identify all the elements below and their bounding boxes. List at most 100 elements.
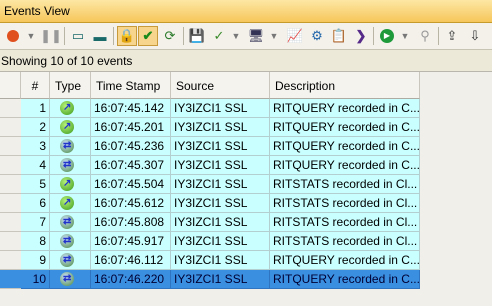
timestamp-cell: 16:07:45.307 [91,156,171,175]
row-gutter [0,270,21,289]
dropdown-arrow-icon-4[interactable]: ▼ [395,26,415,46]
source-cell: IY3IZCI1 SSL [171,232,270,251]
timestamp-cell: 16:07:45.808 [91,213,171,232]
timestamp-cell: 16:07:45.504 [91,175,171,194]
table-row[interactable]: 2 ↗ 16:07:45.201 IY3IZCI1 SSL RITQUERY r… [0,118,420,137]
stats-event-icon: ⇄ [60,234,74,248]
stats-event-icon: ↗ [60,177,74,191]
source-cell: IY3IZCI1 SSL [171,118,270,137]
dropdown-arrow-icon-2[interactable]: ▼ [226,26,246,46]
copy-icon[interactable]: 📋 [329,26,349,46]
table-row[interactable]: 4 ⇄ 16:07:45.307 IY3IZCI1 SSL RITQUERY r… [0,156,420,175]
stats-event-icon: ↗ [60,196,74,210]
table-row[interactable]: 8 ⇄ 16:07:45.917 IY3IZCI1 SSL RITSTATS r… [0,232,420,251]
save-icon[interactable]: 💾 [187,26,207,46]
table-row[interactable]: 9 ⇄ 16:07:46.112 IY3IZCI1 SSL RITQUERY r… [0,251,420,270]
pause-icon[interactable]: ❚❚ [40,26,62,46]
table-row[interactable]: 6 ↗ 16:07:45.612 IY3IZCI1 SSL RITSTATS r… [0,194,420,213]
type-cell: ↗ [50,175,91,194]
collapse-icon[interactable]: ▭ [68,26,88,46]
query-event-icon: ⇄ [60,139,74,153]
dropdown-arrow-icon[interactable]: ▼ [21,26,41,46]
monitor-icon[interactable]: 🖥 [246,26,266,46]
next-icon[interactable]: ❯ [351,26,371,46]
row-number: 8 [21,232,50,251]
timestamp-cell: 16:07:45.917 [91,232,171,251]
plugin-icon[interactable]: ⚲ [415,26,435,46]
description-cell: RITSTATS recorded in Cl... [270,194,420,213]
row-gutter [0,232,21,251]
play-icon[interactable]: ▶ [377,26,397,46]
row-number: 1 [21,99,50,118]
source-cell: IY3IZCI1 SSL [171,213,270,232]
window-titlebar: Events View [0,0,492,23]
description-cell: RITQUERY recorded in C... [270,270,420,289]
type-cell: ⇄ [50,156,91,175]
record-icon[interactable] [3,26,23,46]
type-cell: ⇄ [50,232,91,251]
refresh-icon[interactable]: ⟳ [160,26,180,46]
row-gutter [0,175,21,194]
source-cell: IY3IZCI1 SSL [171,99,270,118]
import-icon[interactable]: ⇩ [465,26,485,46]
chart-icon[interactable]: 📈 [285,26,305,46]
window-title: Events View [4,4,70,18]
source-cell: IY3IZCI1 SSL [171,137,270,156]
row-gutter [0,213,21,232]
column-header-timestamp[interactable]: Time Stamp [91,72,171,99]
dropdown-arrow-icon-3[interactable]: ▼ [264,26,284,46]
type-cell: ⇄ [50,137,91,156]
type-cell: ⇄ [50,213,91,232]
type-cell: ⇄ [50,251,91,270]
type-cell: ⇄ [50,270,91,289]
row-gutter [0,194,21,213]
source-cell: IY3IZCI1 SSL [171,270,270,289]
table-row-selected[interactable]: 10 ⇄ 16:07:46.220 IY3IZCI1 SSL RITQUERY … [0,270,420,289]
description-cell: RITSTATS recorded in Cl... [270,175,420,194]
type-cell: ↗ [50,99,91,118]
description-cell: RITQUERY recorded in C... [270,137,420,156]
table-row[interactable]: 7 ⇄ 16:07:45.808 IY3IZCI1 SSL RITSTATS r… [0,213,420,232]
query-event-icon: ↗ [60,120,74,134]
column-header-source[interactable]: Source [171,72,270,99]
export-icon[interactable]: ⇪ [442,26,462,46]
minimize-icon[interactable]: ▬ [90,26,110,46]
column-header-description[interactable]: Description [270,72,420,99]
row-number: 6 [21,194,50,213]
description-cell: RITQUERY recorded in C... [270,156,420,175]
row-number: 3 [21,137,50,156]
row-gutter [0,99,21,118]
source-cell: IY3IZCI1 SSL [171,156,270,175]
row-gutter [0,251,21,270]
stats-event-icon: ⇄ [60,215,74,229]
timestamp-cell: 16:07:46.112 [91,251,171,270]
table-row[interactable]: 1 ↗ 16:07:45.142 IY3IZCI1 SSL RITQUERY r… [0,99,420,118]
row-number: 2 [21,118,50,137]
query-event-icon: ⇄ [60,272,74,286]
row-header-corner [0,72,21,99]
event-count-status: Showing 10 of 10 events [1,54,133,68]
query-event-icon: ⇄ [60,158,74,172]
tools-icon[interactable]: ⚙ [307,26,327,46]
row-gutter [0,118,21,137]
source-cell: IY3IZCI1 SSL [171,175,270,194]
description-cell: RITQUERY recorded in C... [270,99,420,118]
table-row[interactable]: 3 ⇄ 16:07:45.236 IY3IZCI1 SSL RITQUERY r… [0,137,420,156]
row-gutter [0,156,21,175]
description-cell: RITSTATS recorded in Cl... [270,213,420,232]
row-number: 5 [21,175,50,194]
timestamp-cell: 16:07:45.142 [91,99,171,118]
column-header-number[interactable]: # [21,72,50,99]
timestamp-cell: 16:07:45.201 [91,118,171,137]
query-event-icon: ↗ [60,101,74,115]
type-cell: ↗ [50,194,91,213]
description-cell: RITSTATS recorded in Cl... [270,232,420,251]
description-cell: RITQUERY recorded in C... [270,118,420,137]
row-number: 7 [21,213,50,232]
table-row[interactable]: 5 ↗ 16:07:45.504 IY3IZCI1 SSL RITSTATS r… [0,175,420,194]
column-header-type[interactable]: Type [50,72,91,99]
checkmark-icon[interactable]: ✔ [138,26,158,46]
lock-icon[interactable]: 🔒 [117,26,137,46]
source-cell: IY3IZCI1 SSL [171,194,270,213]
events-grid[interactable]: # Type Time Stamp Source Description 1 ↗… [0,71,492,306]
